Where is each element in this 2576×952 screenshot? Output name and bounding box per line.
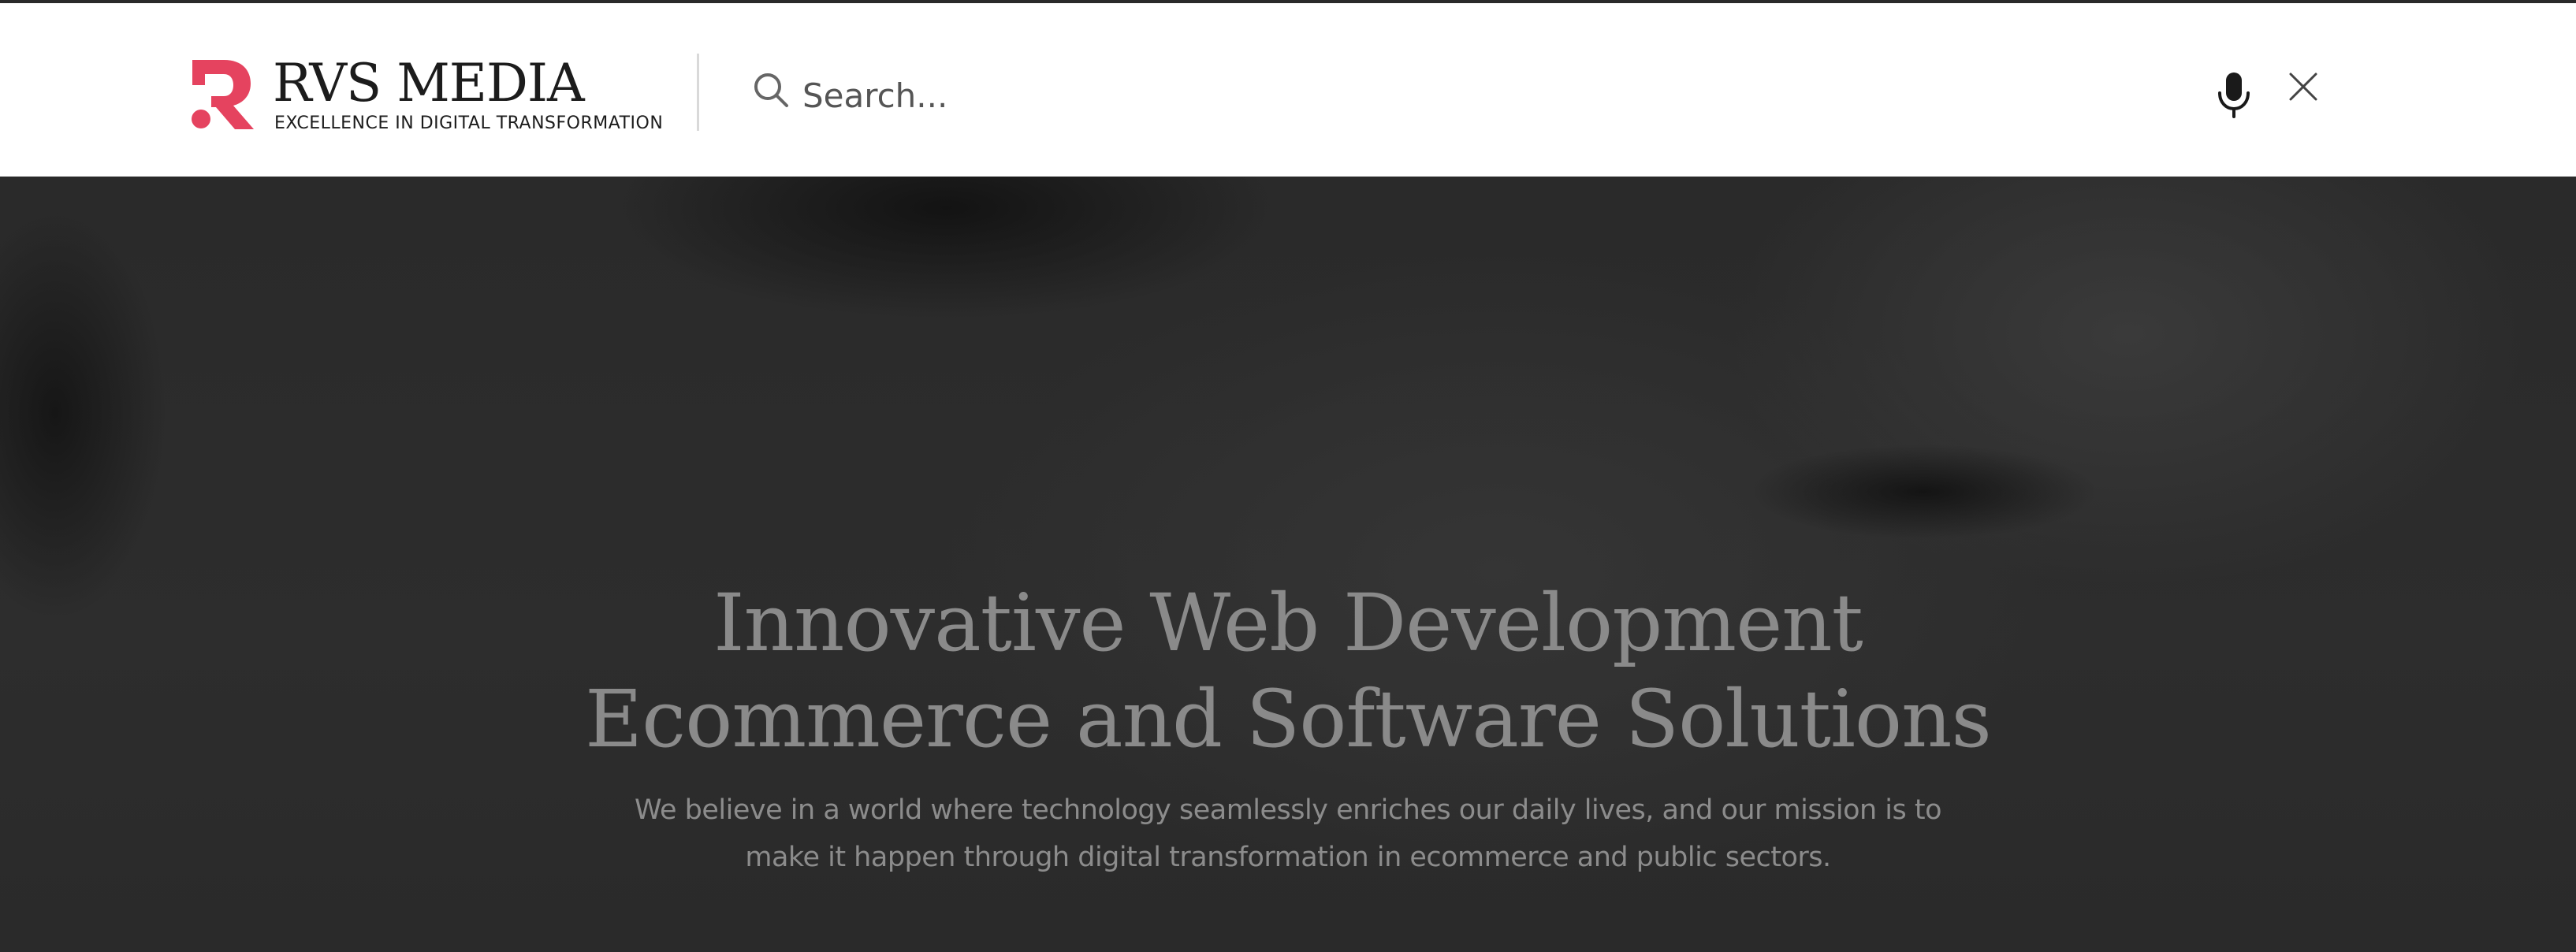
search-overlay-header: RVS MEDIA EXCELLENCE IN DIGITAL TRANSFOR… bbox=[0, 3, 2576, 177]
hero-section: Innovative Web Development Ecommerce and… bbox=[0, 177, 2576, 952]
close-icon[interactable] bbox=[2288, 71, 2319, 102]
hero-subtitle-line: make it happen through digital transform… bbox=[745, 842, 1831, 873]
brand-logo[interactable]: RVS MEDIA EXCELLENCE IN DIGITAL TRANSFOR… bbox=[188, 53, 664, 133]
logo-title: RVS MEDIA bbox=[273, 53, 585, 113]
search-icon bbox=[754, 73, 788, 107]
hero-title-line: Ecommerce and Software Solutions bbox=[585, 673, 1992, 765]
logo-r-mark-icon bbox=[192, 60, 254, 129]
hero-subtitle: We believe in a world where technology s… bbox=[0, 787, 2576, 881]
hero-title-line: Innovative Web Development bbox=[713, 577, 1863, 669]
microphone-icon[interactable] bbox=[2212, 71, 2256, 118]
logo-tagline: EXCELLENCE IN DIGITAL TRANSFORMATION bbox=[274, 113, 664, 133]
hero-subtitle-line: We believe in a world where technology s… bbox=[634, 794, 1942, 826]
hero-title: Innovative Web Development Ecommerce and… bbox=[0, 575, 2576, 768]
header-divider bbox=[697, 54, 699, 131]
search-input[interactable] bbox=[802, 60, 2174, 131]
